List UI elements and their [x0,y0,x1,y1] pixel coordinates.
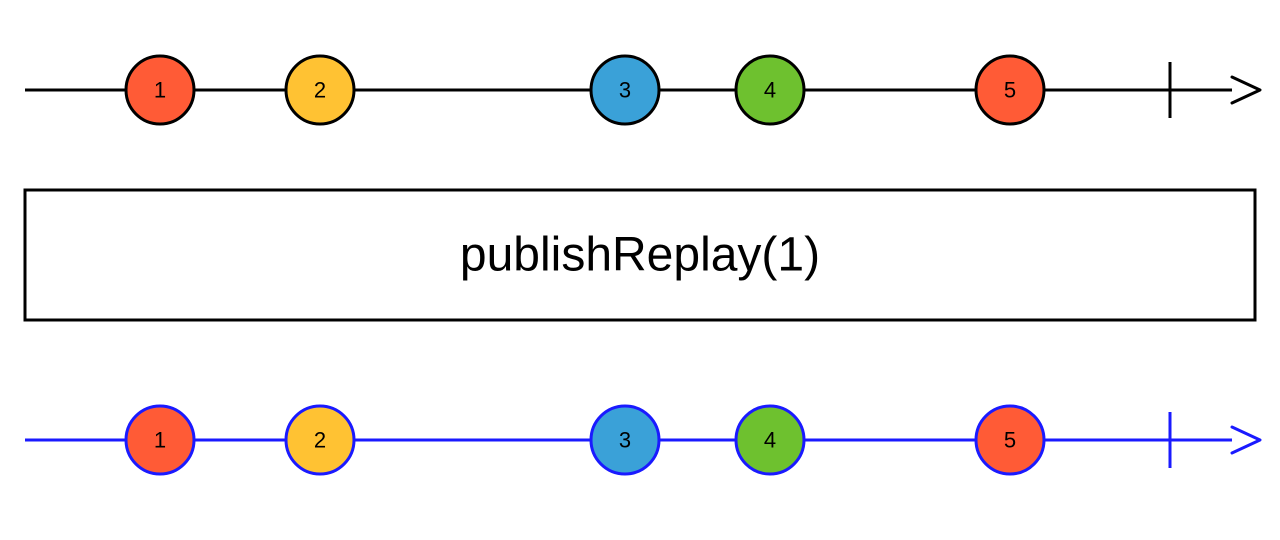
output-marble-label: 5 [1004,428,1016,453]
source-marble-label: 1 [154,78,166,103]
output-marble: 3 [591,406,659,474]
source-marble: 5 [976,56,1044,124]
source-marble-label: 2 [314,78,326,103]
source-marble-label: 4 [764,78,776,103]
output-marble-label: 3 [619,428,631,453]
output-marble: 1 [126,406,194,474]
source-marble: 2 [286,56,354,124]
output-arrowhead [1232,427,1260,453]
source-marble: 3 [591,56,659,124]
source-marble: 4 [736,56,804,124]
operator-label: publishReplay(1) [460,229,820,282]
output-marble: 5 [976,406,1044,474]
source-marble-label: 3 [619,78,631,103]
output-marble: 4 [736,406,804,474]
source-marble: 1 [126,56,194,124]
source-arrowhead [1232,77,1260,103]
output-marble: 2 [286,406,354,474]
output-marble-label: 2 [314,428,326,453]
output-marble-label: 1 [154,428,166,453]
output-marble-label: 4 [764,428,776,453]
source-marble-label: 5 [1004,78,1016,103]
